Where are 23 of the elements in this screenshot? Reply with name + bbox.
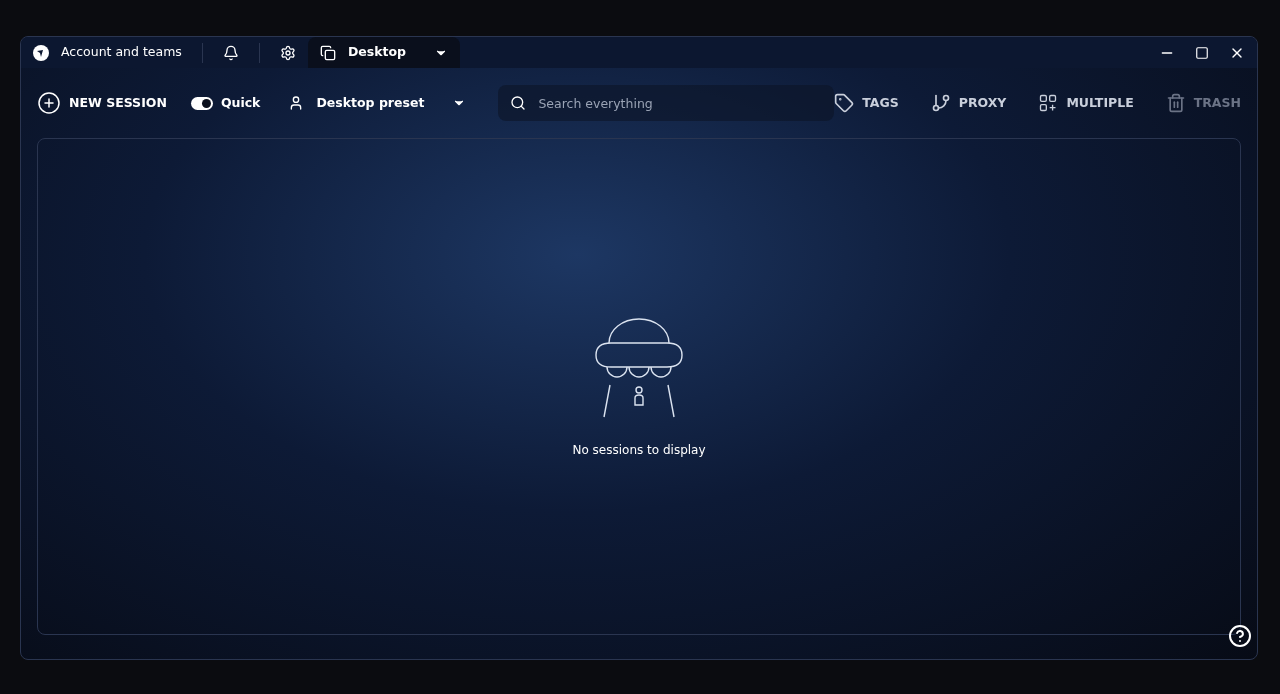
empty-message: No sessions to display <box>572 441 706 459</box>
desktop-tab[interactable]: Desktop <box>307 37 460 68</box>
settings-icon[interactable] <box>279 44 296 61</box>
tag-icon <box>834 93 855 113</box>
preset-dropdown[interactable]: Desktop preset <box>288 93 467 113</box>
logo-icon <box>33 44 49 61</box>
branch-icon <box>930 93 951 113</box>
multiple-button[interactable]: MULTIPLE <box>1038 93 1134 113</box>
help-icon[interactable] <box>1228 624 1252 648</box>
trash-icon <box>1165 93 1186 113</box>
account-button[interactable]: Account and teams <box>61 43 182 62</box>
tags-button[interactable]: TAGS <box>834 93 899 113</box>
quick-toggle[interactable] <box>190 96 213 110</box>
plus-icon <box>37 91 61 115</box>
proxy-button[interactable]: PROXY <box>930 93 1007 113</box>
search-field[interactable]: Search everything <box>498 85 835 121</box>
new-session-button[interactable]: NEW SESSION <box>37 91 167 115</box>
quick-label: Quick <box>220 93 261 112</box>
squares-plus-icon <box>1038 93 1059 113</box>
maximize-icon[interactable] <box>1195 45 1209 60</box>
windows-icon <box>319 44 336 61</box>
search-icon <box>510 95 527 111</box>
bell-icon[interactable] <box>222 44 239 61</box>
